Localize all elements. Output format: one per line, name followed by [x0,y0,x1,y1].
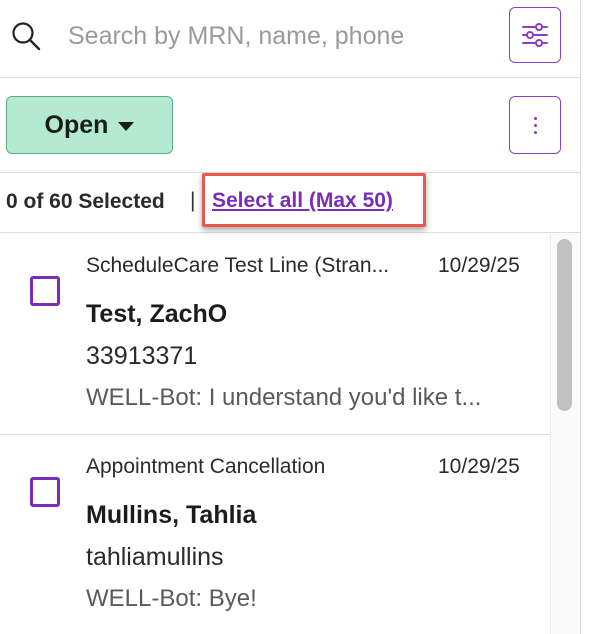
conversation-list: ScheduleCare Test Line (Stran... 10/29/2… [0,234,550,634]
message-preview: WELL-Bot: Bye! [86,585,257,612]
scrollbar-thumb[interactable] [557,239,572,411]
separator: | [190,189,196,212]
item-date: 10/29/25 [438,455,520,478]
patient-identifier: tahliamullins [86,543,224,571]
selected-count: 0 of 60 Selected [6,190,165,213]
item-date: 10/29/25 [438,254,520,277]
search-icon [12,22,41,51]
item-checkbox[interactable] [30,477,60,507]
search-bar [0,0,580,78]
search-input[interactable] [58,14,478,58]
caret-down-icon [118,122,135,131]
more-options-button[interactable] [509,96,561,154]
patient-name: Test, ZachO [86,300,228,328]
item-checkbox[interactable] [30,276,60,306]
status-dropdown-label: Open [44,110,109,139]
select-all-link[interactable]: Select all (Max 50) [212,189,393,213]
patient-name: Mullins, Tahlia [86,501,257,529]
selection-bar: 0 of 60 Selected | Select all (Max 50) [0,173,580,233]
sliders-icon [522,23,548,47]
panel-divider [580,0,581,634]
conversation-list-panel: Open 0 of 60 Selected | Select all (Max … [0,0,580,634]
status-dropdown[interactable]: Open [6,96,173,154]
list-item[interactable]: Appointment Cancellation 10/29/25 Mullin… [0,435,550,634]
toolbar: Open [0,78,580,173]
vertical-dots-icon [533,116,537,120]
message-preview: WELL-Bot: I understand you'd like t... [86,384,482,411]
list-item[interactable]: ScheduleCare Test Line (Stran... 10/29/2… [0,234,550,435]
filter-button[interactable] [509,7,561,63]
item-title: Appointment Cancellation [86,455,326,478]
item-title: ScheduleCare Test Line (Stran... [86,254,390,277]
patient-identifier: 33913371 [86,342,198,370]
